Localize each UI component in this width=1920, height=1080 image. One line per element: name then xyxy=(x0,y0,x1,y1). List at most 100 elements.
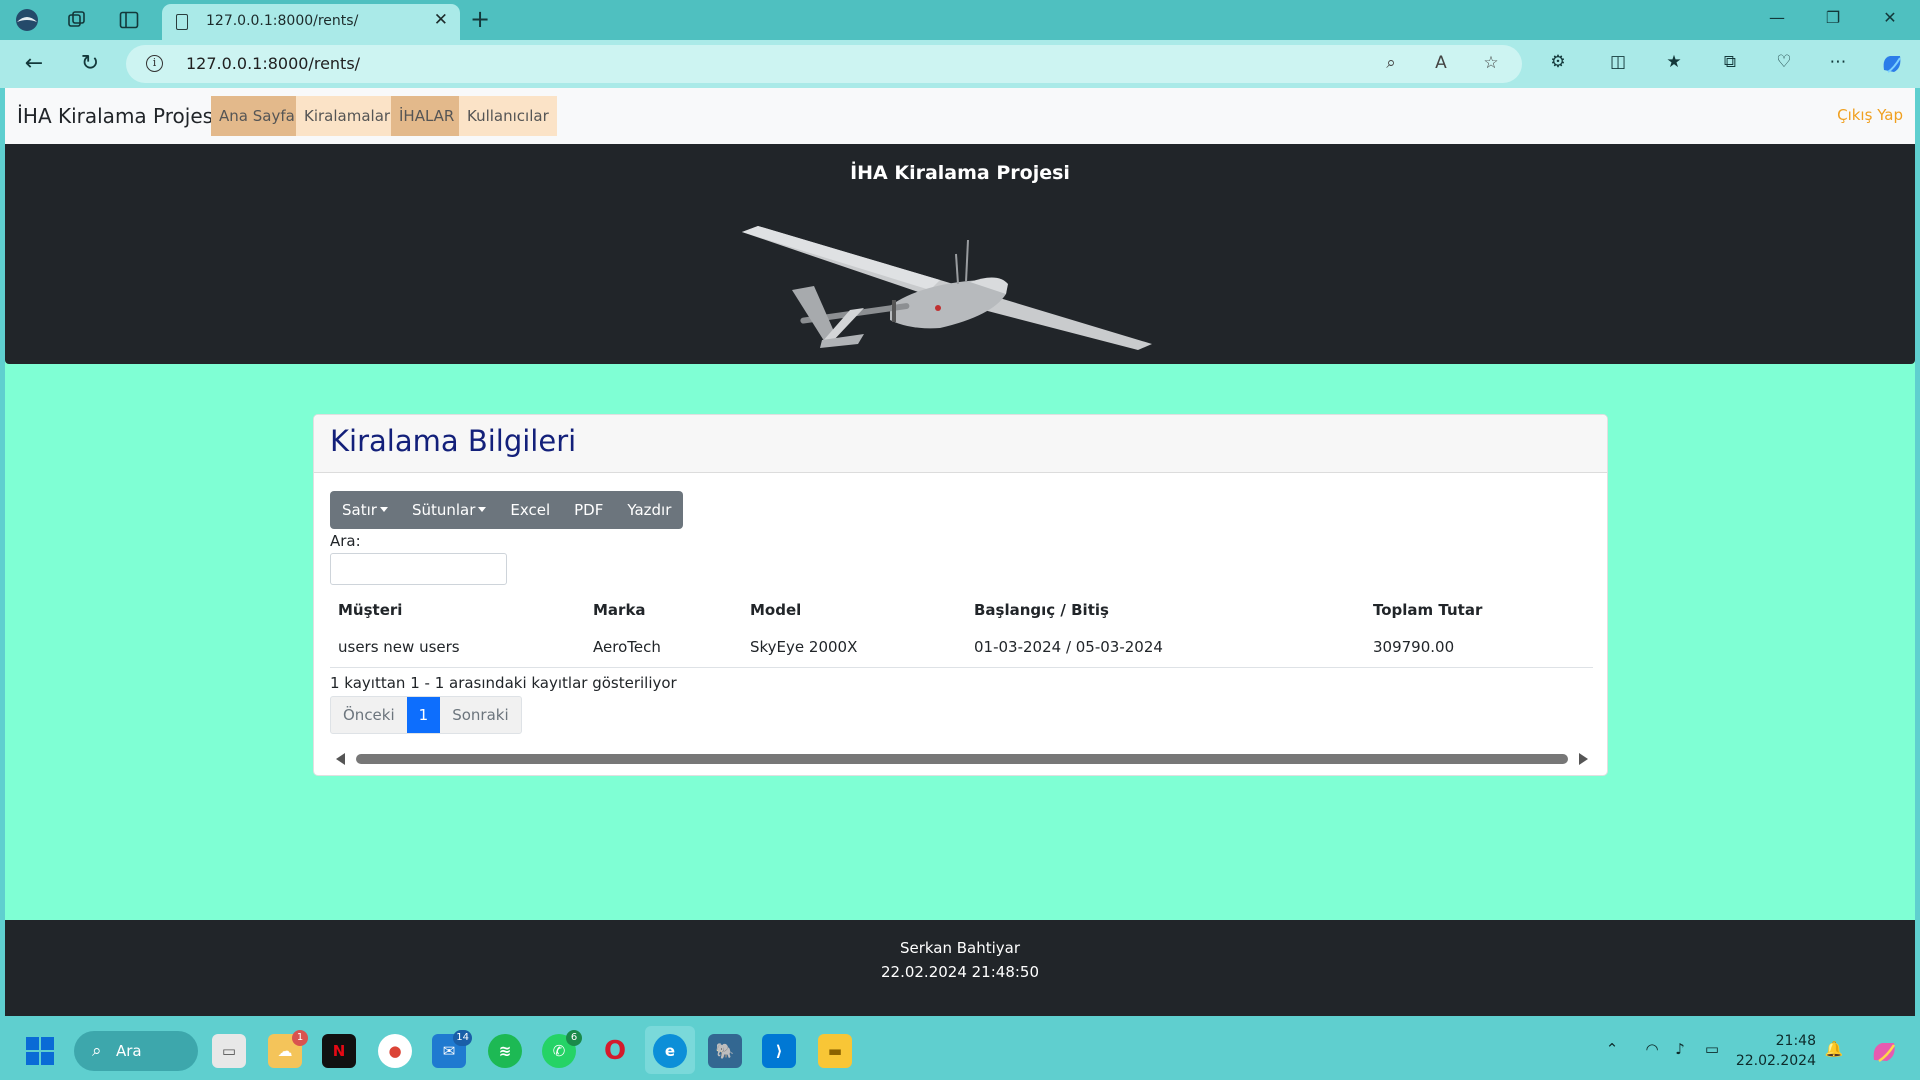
card-header: Kiralama Bilgileri xyxy=(314,415,1607,473)
workspaces-icon[interactable] xyxy=(64,8,90,32)
windows-start-icon[interactable] xyxy=(26,1037,54,1065)
clock-time: 21:48 xyxy=(1775,1033,1816,1049)
collections-icon[interactable]: ⧉ xyxy=(1718,52,1742,76)
profile-avatar-icon[interactable] xyxy=(14,8,40,32)
notification-bell-icon[interactable]: 🔔 xyxy=(1824,1040,1844,1060)
copilot-icon[interactable] xyxy=(1880,52,1904,76)
new-tab-icon[interactable]: + xyxy=(470,5,490,33)
table-header-row: Müşteri Marka Model Başlangıç / Bitiş To… xyxy=(330,593,1593,627)
refresh-icon[interactable]: ↻ xyxy=(76,50,104,78)
back-icon[interactable]: ← xyxy=(20,50,48,78)
column-header-total[interactable]: Toplam Tutar xyxy=(1365,593,1593,627)
chrome-icon[interactable]: ● xyxy=(378,1034,412,1068)
footer-datetime: 22.02.2024 21:48:50 xyxy=(880,963,1040,981)
print-button[interactable]: Yazdır xyxy=(615,491,683,529)
nav-link-rentals[interactable]: Kiralamalar xyxy=(296,96,399,136)
file-explorer-icon[interactable]: ▬ xyxy=(818,1034,852,1068)
battery-icon[interactable]: ▭ xyxy=(1702,1040,1722,1060)
pagination-previous[interactable]: Önceki xyxy=(331,697,407,733)
more-menu-icon[interactable]: ⋯ xyxy=(1826,52,1850,76)
nav-link-drones[interactable]: İHALAR xyxy=(391,96,463,136)
opera-icon[interactable]: O xyxy=(598,1034,632,1068)
edge-icon[interactable]: e xyxy=(653,1034,687,1068)
show-hidden-icons-icon[interactable]: ⌃ xyxy=(1602,1040,1622,1060)
nav-link-users[interactable]: Kullanıcılar xyxy=(459,96,557,136)
pagination-page-1[interactable]: 1 xyxy=(406,697,441,733)
task-view-icon[interactable]: ▭ xyxy=(212,1034,246,1068)
wifi-icon[interactable]: ◠ xyxy=(1642,1040,1662,1060)
nav-link-home[interactable]: Ana Sayfa xyxy=(211,96,303,136)
rows-button-label: Satır xyxy=(342,501,377,519)
footer-author: Serkan Bahtiyar xyxy=(899,939,1021,957)
cell-brand: AeroTech xyxy=(585,627,742,668)
rows-dropdown-button[interactable]: Satır xyxy=(330,491,400,529)
mail-badge: 14 xyxy=(453,1030,472,1046)
zoom-icon[interactable]: ⌕ xyxy=(1380,53,1402,75)
table-row: users new users AeroTech SkyEye 2000X 01… xyxy=(330,627,1593,668)
cell-customer: users new users xyxy=(330,627,585,668)
browser-tab-active[interactable]: 127.0.0.1:8000/rents/ ✕ xyxy=(162,4,460,40)
rentals-table: Müşteri Marka Model Başlangıç / Bitiş To… xyxy=(330,593,1593,668)
tab-title: 127.0.0.1:8000/rents/ xyxy=(206,13,359,29)
vscode-icon[interactable]: ⟩ xyxy=(762,1034,796,1068)
close-tab-icon[interactable]: ✕ xyxy=(434,10,448,30)
table-info-text: 1 kayıttan 1 - 1 arasındaki kayıtlar gös… xyxy=(330,674,677,692)
browser-tab-bar: 127.0.0.1:8000/rents/ ✕ + — ❐ ✕ xyxy=(0,0,1920,40)
favorites-icon[interactable]: ★ xyxy=(1662,52,1686,76)
logout-link[interactable]: Çıkış Yap xyxy=(1837,106,1903,124)
browser-essentials-icon[interactable]: ♡ xyxy=(1772,52,1796,76)
page-viewport: İHA Kiralama Projesi Ana Sayfa Kiralamal… xyxy=(5,88,1915,1016)
scrollbar-thumb[interactable] xyxy=(356,754,1568,764)
restore-icon[interactable]: ❐ xyxy=(1820,8,1846,32)
whatsapp-icon[interactable]: ✆ 6 xyxy=(542,1030,582,1068)
column-header-date-range[interactable]: Başlangıç / Bitiş xyxy=(966,593,1365,627)
url-text[interactable]: 127.0.0.1:8000/rents/ xyxy=(186,54,360,73)
pagination-next[interactable]: Sonraki xyxy=(440,697,520,733)
hero-title: İHA Kiralama Projesi xyxy=(850,162,1070,184)
extensions-icon[interactable]: ⚙ xyxy=(1546,52,1570,76)
postgresql-icon[interactable]: 🐘 xyxy=(708,1034,742,1068)
split-screen-icon[interactable]: ◫ xyxy=(1606,52,1630,76)
cell-model: SkyEye 2000X xyxy=(742,627,966,668)
table-search-input[interactable] xyxy=(330,553,507,585)
cell-date-range: 01-03-2024 / 05-03-2024 xyxy=(966,627,1365,668)
columns-dropdown-button[interactable]: Sütunlar xyxy=(400,491,498,529)
site-footer: Serkan Bahtiyar 22.02.2024 21:48:50 xyxy=(5,920,1915,1016)
site-info-icon[interactable]: i xyxy=(146,55,163,72)
cell-total: 309790.00 xyxy=(1365,627,1593,668)
column-header-brand[interactable]: Marka xyxy=(585,593,742,627)
card-title: Kiralama Bilgileri xyxy=(330,424,577,458)
excel-export-button[interactable]: Excel xyxy=(498,491,562,529)
whatsapp-badge: 6 xyxy=(566,1030,582,1046)
site-navbar: İHA Kiralama Projesi Ana Sayfa Kiralamal… xyxy=(5,88,1915,144)
mail-icon[interactable]: ✉ 14 xyxy=(432,1030,472,1068)
favorite-star-icon[interactable]: ☆ xyxy=(1480,53,1502,75)
url-field[interactable]: i 127.0.0.1:8000/rents/ ⌕ A ☆ xyxy=(126,45,1522,83)
caret-down-icon xyxy=(379,507,388,512)
vertical-tabs-icon[interactable] xyxy=(116,8,142,32)
search-label: Ara: xyxy=(330,532,361,550)
windows-taskbar: ⌕ Ara ▭ ☁ 1 N ● ✉ 14 ≋ ✆ 6 O e 🐘 ⟩ ▬ ⌃ ◠ ♪ … xyxy=(0,1016,1920,1080)
minimize-icon[interactable]: — xyxy=(1764,8,1790,32)
pagination: Önceki 1 Sonraki xyxy=(330,696,522,734)
horizontal-scrollbar[interactable] xyxy=(336,751,1588,765)
taskbar-search[interactable]: ⌕ Ara xyxy=(74,1031,198,1071)
weather-widget-icon[interactable]: ☁ 1 xyxy=(268,1030,308,1068)
table-toolbar: Satır Sütunlar Excel PDF Yazdır xyxy=(330,491,684,529)
column-header-customer[interactable]: Müşteri xyxy=(330,593,585,627)
copilot-taskbar-icon[interactable] xyxy=(1870,1040,1900,1063)
pdf-export-button[interactable]: PDF xyxy=(562,491,615,529)
hero-banner: İHA Kiralama Projesi xyxy=(5,144,1915,364)
column-header-model[interactable]: Model xyxy=(742,593,966,627)
spotify-icon[interactable]: ≋ xyxy=(488,1034,522,1068)
close-window-icon[interactable]: ✕ xyxy=(1877,8,1903,32)
scroll-right-arrow-icon[interactable] xyxy=(1579,753,1588,765)
netflix-icon[interactable]: N xyxy=(322,1034,356,1068)
read-aloud-icon[interactable]: A xyxy=(1430,53,1452,75)
taskbar-search-label: Ara xyxy=(116,1042,142,1060)
caret-down-icon xyxy=(478,507,487,512)
site-brand[interactable]: İHA Kiralama Projesi xyxy=(17,104,219,128)
volume-icon[interactable]: ♪ xyxy=(1670,1040,1690,1060)
taskbar-clock[interactable]: 21:48 22.02.2024 xyxy=(1736,1031,1816,1071)
scroll-left-arrow-icon[interactable] xyxy=(336,753,345,765)
